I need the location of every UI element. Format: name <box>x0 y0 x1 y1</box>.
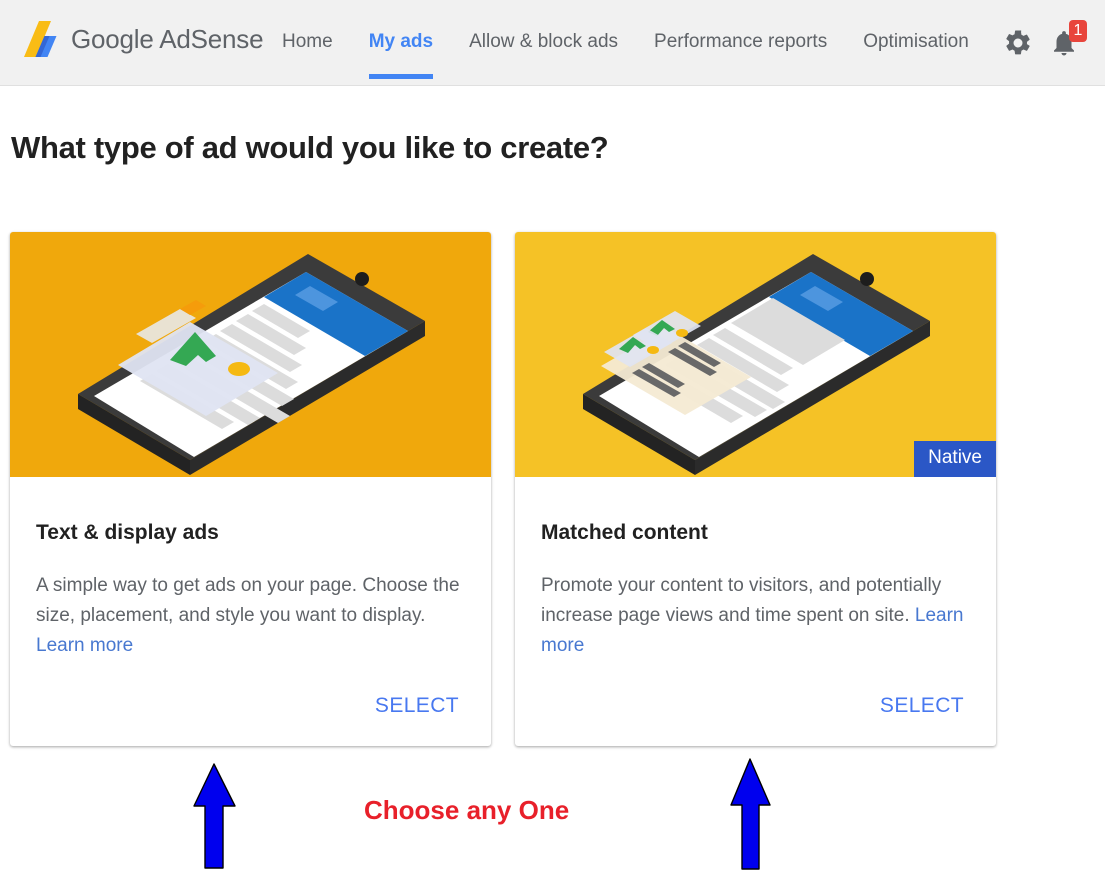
card-description-text: A simple way to get ads on your page. Ch… <box>36 575 460 626</box>
card-description: Promote your content to visitors, and po… <box>541 571 970 661</box>
main-nav: Home My ads Allow & block ads Performanc… <box>282 0 1005 86</box>
nav-item-my-ads[interactable]: My ads <box>368 0 434 79</box>
select-button[interactable]: SELECT <box>367 688 467 724</box>
brand-name-adsense: AdSense <box>159 23 264 54</box>
card-body: Text & display ads A simple way to get a… <box>10 477 491 661</box>
select-button[interactable]: SELECT <box>872 688 972 724</box>
card-artwork <box>10 232 491 477</box>
brand-name-google: Google <box>71 23 154 54</box>
page-title: What type of ad would you like to create… <box>11 130 609 165</box>
settings-button[interactable] <box>995 20 1041 66</box>
app-header: Google AdSense Home My ads Allow & block… <box>0 0 1105 86</box>
nav-item-performance-reports[interactable]: Performance reports <box>654 0 827 53</box>
card-actions: SELECT <box>872 688 972 724</box>
brand-logo[interactable]: Google AdSense <box>20 17 264 61</box>
native-badge: Native <box>914 441 996 477</box>
header-icon-group: 1 <box>995 0 1087 86</box>
ad-type-card-matched-content[interactable]: Native Matched content Promote your cont… <box>515 232 996 746</box>
card-title: Text & display ads <box>36 521 219 544</box>
nav-item-optimisation[interactable]: Optimisation <box>863 0 969 53</box>
callout-text: Choose any One <box>364 795 570 825</box>
card-actions: SELECT <box>367 688 467 724</box>
nav-item-home[interactable]: Home <box>282 0 333 53</box>
card-artwork: Native <box>515 232 996 477</box>
card-title: Matched content <box>541 521 708 544</box>
gear-icon <box>1006 30 1030 55</box>
blue-arrow-left <box>193 763 236 869</box>
notification-count-badge: 1 <box>1069 20 1087 42</box>
notifications-button[interactable]: 1 <box>1041 20 1087 66</box>
brand-name: Google AdSense <box>71 23 264 55</box>
card-description-text: Promote your content to visitors, and po… <box>541 575 942 626</box>
ad-type-card-text-display[interactable]: Text & display ads A simple way to get a… <box>10 232 491 746</box>
phone-display-ad-illustration <box>10 232 491 477</box>
card-description: A simple way to get ads on your page. Ch… <box>36 571 465 661</box>
card-body: Matched content Promote your content to … <box>515 477 996 661</box>
nav-item-allow-block-ads[interactable]: Allow & block ads <box>469 0 618 53</box>
blue-arrow-right <box>730 758 771 870</box>
learn-more-link[interactable]: Learn more <box>36 635 133 656</box>
adsense-logo-icon <box>24 21 57 57</box>
